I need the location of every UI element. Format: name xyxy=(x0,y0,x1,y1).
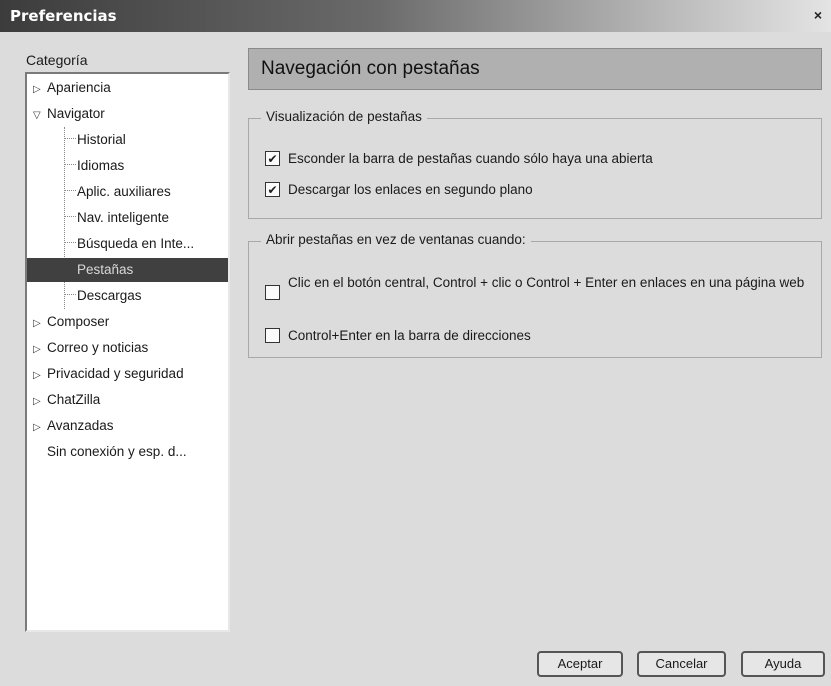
tree-item-nav-inteligente[interactable]: Nav. inteligente xyxy=(73,206,169,230)
tree-item-label: Nav. inteligente xyxy=(77,210,170,225)
cancel-button[interactable]: Cancelar xyxy=(637,651,726,677)
option-label: Control+Enter en la barra de direcciones xyxy=(288,328,531,343)
tree-item-label: ChatZilla xyxy=(47,392,101,407)
tree-item-label: Composer xyxy=(47,314,110,329)
checkbox[interactable] xyxy=(265,285,280,300)
expander-collapsed-icon[interactable]: ▷ xyxy=(33,78,47,102)
tree-item-label: Idiomas xyxy=(77,158,125,173)
group-legend: Abrir pestañas en vez de ventanas cuando… xyxy=(261,232,531,247)
tree-item-sin-conexion[interactable]: Sin conexión y esp. d... xyxy=(47,440,187,464)
tree-item-chatzilla[interactable]: ▷ ChatZilla xyxy=(33,388,100,412)
page-title: Navegación con pestañas xyxy=(261,58,480,79)
tree-item-label: Descargas xyxy=(77,288,142,303)
tree-item-label: Correo y noticias xyxy=(47,340,149,355)
expander-expanded-icon[interactable]: ▽ xyxy=(33,104,47,128)
tree-item-navigator[interactable]: ▽ Navigator xyxy=(33,102,105,126)
tree-item-label: Historial xyxy=(77,132,126,147)
group-legend: Visualización de pestañas xyxy=(261,109,427,124)
tree-item-label: Búsqueda en Inte... xyxy=(77,236,195,251)
tree-item-composer[interactable]: ▷ Composer xyxy=(33,310,109,334)
tree-item-label: Aplic. auxiliares xyxy=(77,184,171,199)
check-icon[interactable]: ✔ xyxy=(265,182,280,197)
expander-collapsed-icon[interactable]: ▷ xyxy=(33,364,47,388)
urlbar-ctrl-enter-option[interactable]: Control+Enter en la barra de direcciones xyxy=(265,326,531,345)
close-icon[interactable]: × xyxy=(809,6,827,24)
expander-collapsed-icon[interactable]: ▷ xyxy=(33,390,47,414)
option-label: Descargar los enlaces en segundo plano xyxy=(288,182,533,197)
checkbox[interactable] xyxy=(265,328,280,343)
tree-item-idiomas[interactable]: Idiomas xyxy=(73,154,124,178)
help-button[interactable]: Ayuda xyxy=(741,651,825,677)
tree-item-label: Pestañas xyxy=(77,262,134,277)
middle-click-option[interactable]: Clic en el botón central, Control + clic… xyxy=(265,273,805,300)
tree-item-label: Navigator xyxy=(47,106,105,121)
tree-item-aplic-auxiliares[interactable]: Aplic. auxiliares xyxy=(73,180,171,204)
background-load-option[interactable]: ✔ Descargar los enlaces en segundo plano xyxy=(265,180,533,199)
category-label: Categoría xyxy=(26,52,88,68)
expander-collapsed-icon[interactable]: ▷ xyxy=(33,416,47,440)
title-bar[interactable]: Preferencias × xyxy=(0,0,831,32)
tab-display-group: Visualización de pestañas ✔ Esconder la … xyxy=(248,109,822,219)
tree-item-busqueda[interactable]: Búsqueda en Inte... xyxy=(73,232,194,256)
tree-item-label: Sin conexión y esp. d... xyxy=(47,444,187,459)
tree-item-apariencia[interactable]: ▷ Apariencia xyxy=(33,76,111,100)
ok-button[interactable]: Aceptar xyxy=(537,651,623,677)
tree-item-descargas[interactable]: Descargas xyxy=(73,284,142,308)
option-label: Clic en el botón central, Control + clic… xyxy=(288,275,805,290)
tree-item-pestanas[interactable]: Pestañas xyxy=(27,258,228,282)
check-icon[interactable]: ✔ xyxy=(265,151,280,166)
category-tree[interactable]: ▷ Apariencia ▽ Navigator Historial Idiomas… xyxy=(25,72,230,632)
tree-item-label: Avanzadas xyxy=(47,418,114,433)
open-tabs-group: Abrir pestañas en vez de ventanas cuando… xyxy=(248,232,822,358)
option-label: Esconder la barra de pestañas cuando sól… xyxy=(288,151,653,166)
tree-item-correo[interactable]: ▷ Correo y noticias xyxy=(33,336,148,360)
window-title: Preferencias xyxy=(10,7,117,25)
expander-collapsed-icon[interactable]: ▷ xyxy=(33,312,47,336)
preferences-window: Preferencias × Categoría ▷ Apariencia ▽ Na… xyxy=(0,0,831,686)
tree-item-label: Privacidad y seguridad xyxy=(47,366,184,381)
panel-header: Navegación con pestañas xyxy=(248,48,822,90)
tree-item-privacidad[interactable]: ▷ Privacidad y seguridad xyxy=(33,362,184,386)
tree-item-label: Apariencia xyxy=(47,80,111,95)
expander-collapsed-icon[interactable]: ▷ xyxy=(33,338,47,362)
tree-item-historial[interactable]: Historial xyxy=(73,128,126,152)
hide-tabbar-option[interactable]: ✔ Esconder la barra de pestañas cuando s… xyxy=(265,149,653,168)
tree-item-avanzadas[interactable]: ▷ Avanzadas xyxy=(33,414,114,438)
